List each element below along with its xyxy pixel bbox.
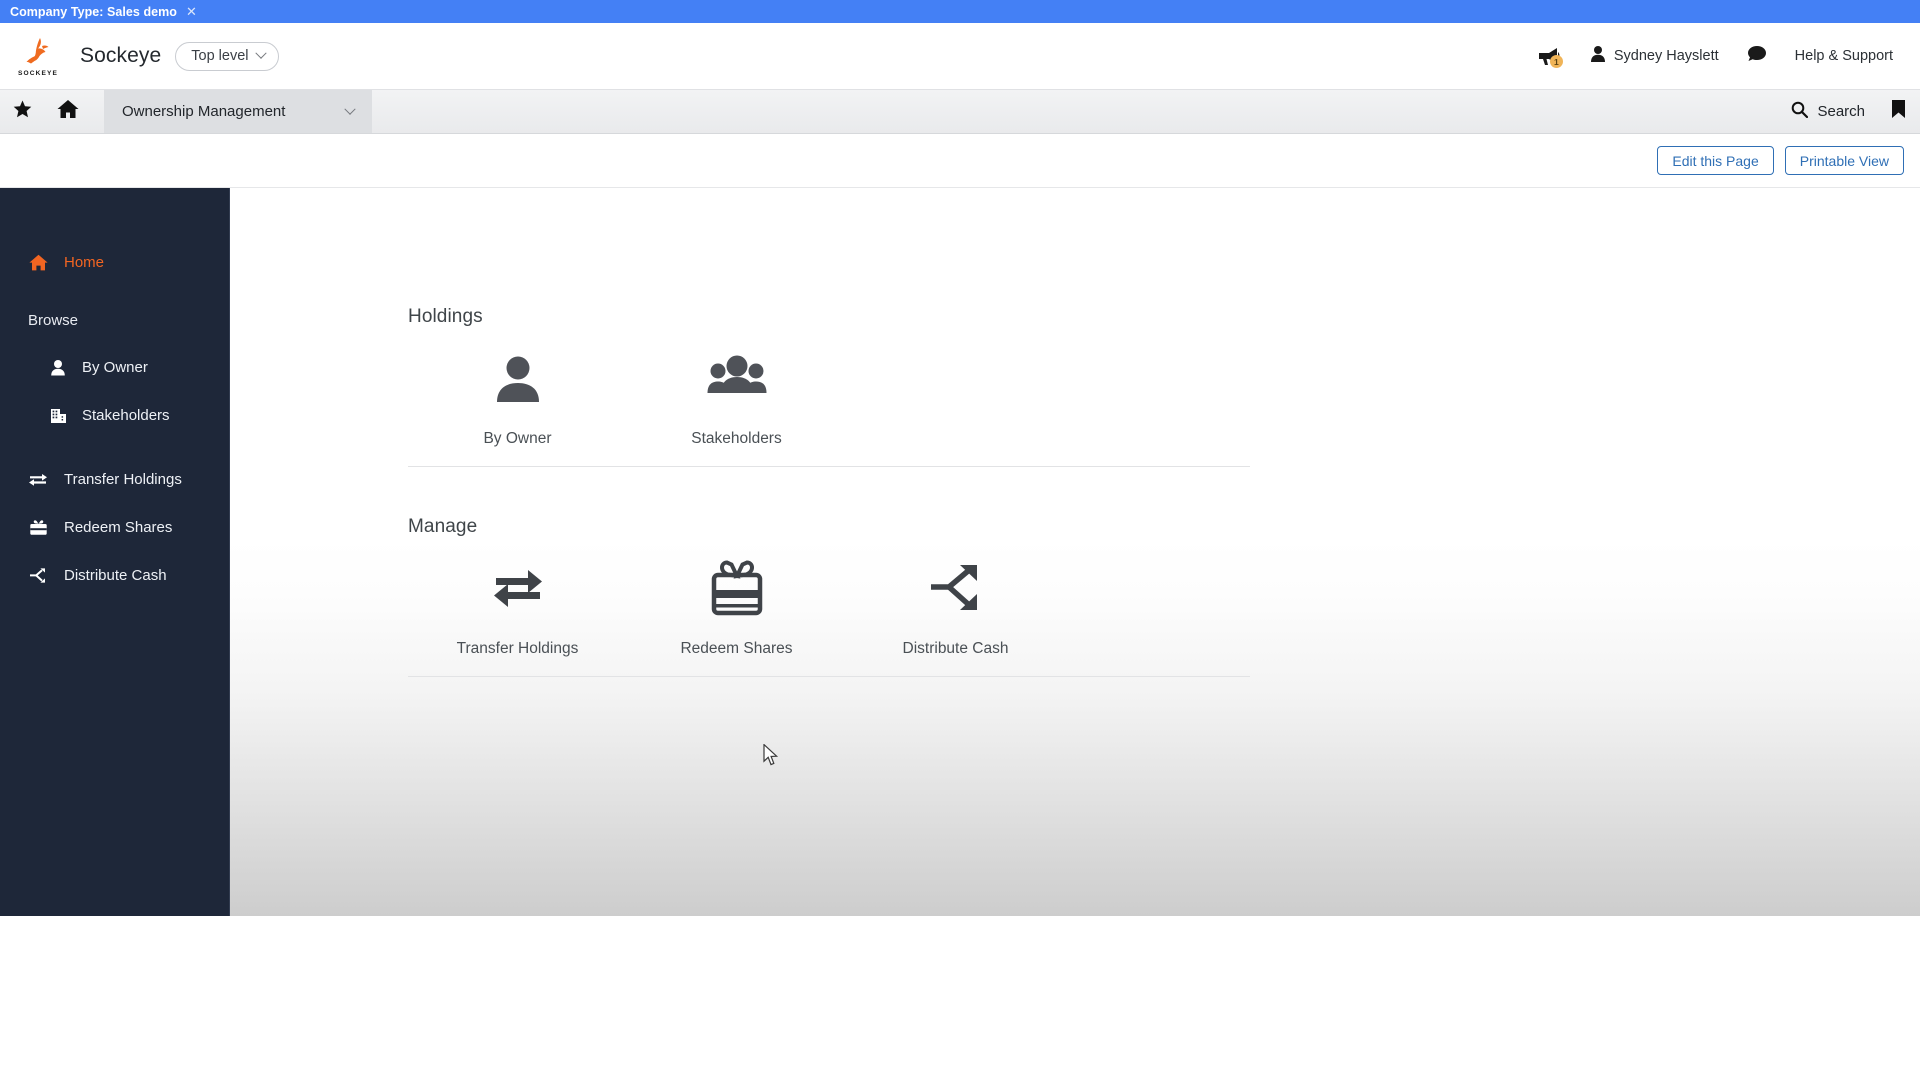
sidebar-item-label: Transfer Holdings bbox=[64, 470, 182, 488]
tile-label: Stakeholders bbox=[691, 430, 782, 447]
home-icon bbox=[28, 254, 48, 271]
tab-label: Ownership Management bbox=[122, 103, 286, 120]
tile-row: Transfer Holdings Redeem Shares Distribu… bbox=[408, 552, 1250, 666]
section-title: Manage bbox=[408, 516, 478, 537]
favorites-button[interactable] bbox=[0, 90, 45, 133]
edit-this-page-button[interactable]: Edit this Page bbox=[1657, 146, 1774, 175]
chevron-down-icon bbox=[344, 103, 356, 115]
user-menu[interactable]: Sydney Hayslett bbox=[1576, 36, 1733, 76]
salmon-logo-icon bbox=[26, 38, 49, 64]
sidebar-section-label: Browse bbox=[28, 311, 79, 329]
brand-name: Sockeye bbox=[80, 44, 162, 67]
search-button[interactable]: Search bbox=[1787, 101, 1869, 123]
chat-button[interactable] bbox=[1733, 36, 1781, 76]
scope-selector-label: Top level bbox=[191, 48, 249, 64]
section-divider bbox=[408, 676, 1250, 677]
sidebar-item-label: Distribute Cash bbox=[64, 566, 167, 584]
tile-stakeholders[interactable]: Stakeholders bbox=[627, 342, 846, 456]
branch-arrows-icon bbox=[929, 552, 983, 624]
sidebar-section-browse: Browse bbox=[0, 297, 229, 343]
tile-transfer-holdings[interactable]: Transfer Holdings bbox=[408, 552, 627, 666]
sidebar-item-transfer-holdings[interactable]: Transfer Holdings bbox=[0, 455, 229, 503]
help-support-link[interactable]: Help & Support bbox=[1781, 36, 1907, 76]
home-icon bbox=[57, 99, 79, 124]
megaphone-icon: 1 bbox=[1536, 45, 1563, 68]
scope-selector[interactable]: Top level bbox=[175, 41, 280, 71]
person-icon bbox=[1590, 45, 1606, 67]
sidebar-item-home[interactable]: Home bbox=[0, 238, 229, 286]
sidebar-item-stakeholders[interactable]: Stakeholders bbox=[0, 391, 229, 439]
group-people-icon bbox=[706, 342, 768, 414]
tile-redeem-shares[interactable]: Redeem Shares bbox=[627, 552, 846, 666]
demo-mode-banner: Company Type: Sales demo ✕ bbox=[0, 0, 1920, 23]
tab-ownership-management[interactable]: Ownership Management bbox=[104, 90, 372, 133]
notification-badge: 1 bbox=[1549, 55, 1563, 68]
gift-icon bbox=[708, 552, 766, 624]
tile-label: Redeem Shares bbox=[680, 640, 793, 657]
speech-bubble-icon bbox=[1747, 45, 1767, 67]
sidebar-item-label: Stakeholders bbox=[82, 406, 170, 424]
transfer-arrows-icon bbox=[490, 552, 546, 624]
sidebar-item-label: By Owner bbox=[82, 358, 148, 376]
logo-wordmark: SOCKEYE bbox=[18, 70, 58, 77]
tile-label: Distribute Cash bbox=[902, 640, 1009, 657]
home-button[interactable] bbox=[45, 90, 90, 133]
notifications-button[interactable]: 1 bbox=[1522, 36, 1576, 76]
section-divider bbox=[408, 466, 1250, 467]
tile-label: Transfer Holdings bbox=[456, 640, 579, 657]
demo-banner-text: Company Type: Sales demo bbox=[10, 4, 177, 19]
nav-right-actions: Search bbox=[1787, 90, 1920, 133]
person-icon bbox=[48, 359, 68, 376]
gift-icon bbox=[28, 519, 48, 536]
sidebar-item-distribute-cash[interactable]: Distribute Cash bbox=[0, 551, 229, 599]
sockeye-logo[interactable]: SOCKEYE bbox=[12, 30, 64, 82]
search-label: Search bbox=[1817, 103, 1865, 120]
star-icon bbox=[13, 100, 32, 123]
printable-view-button[interactable]: Printable View bbox=[1784, 146, 1904, 175]
transfer-arrows-icon bbox=[28, 471, 48, 487]
sidebar-item-redeem-shares[interactable]: Redeem Shares bbox=[0, 503, 229, 551]
header-actions: 1 Sydney Hayslett Help & Support bbox=[1522, 36, 1920, 76]
help-support-label: Help & Support bbox=[1794, 48, 1893, 64]
app-navigation-bar: Ownership Management Search bbox=[0, 89, 1920, 134]
sidebar-item-label: Redeem Shares bbox=[64, 518, 173, 536]
tile-distribute-cash[interactable]: Distribute Cash bbox=[846, 552, 1065, 666]
user-name: Sydney Hayslett bbox=[1613, 48, 1719, 64]
search-icon bbox=[1791, 101, 1809, 123]
building-icon bbox=[48, 407, 68, 424]
section-manage: Manage Transfer Holdings Redeem Shares D… bbox=[408, 516, 1250, 677]
global-header: SOCKEYE Sockeye Top level 1 Sydney Haysl… bbox=[0, 23, 1920, 89]
section-title: Holdings bbox=[408, 306, 483, 327]
sidebar-item-label: Home bbox=[64, 253, 105, 271]
application-window: Company Type: Sales demo ✕ SOCKEYE Socke… bbox=[0, 0, 1920, 916]
tile-by-owner[interactable]: By Owner bbox=[408, 342, 627, 456]
sidebar-navigation: Home Browse By Owner Stakeholders Transf… bbox=[0, 188, 230, 916]
chevron-down-icon bbox=[255, 47, 268, 59]
main-content: Holdings By Owner Stakeholders Manage Tr… bbox=[230, 188, 1920, 916]
page-action-toolbar: Edit this Page Printable View bbox=[0, 134, 1920, 188]
bookmark-button[interactable] bbox=[1891, 99, 1906, 124]
branch-arrows-icon bbox=[28, 567, 48, 584]
sidebar-item-by-owner[interactable]: By Owner bbox=[0, 343, 229, 391]
tile-label: By Owner bbox=[483, 430, 552, 447]
section-holdings: Holdings By Owner Stakeholders bbox=[408, 306, 1250, 467]
person-large-icon bbox=[492, 342, 544, 414]
close-icon[interactable]: ✕ bbox=[186, 5, 197, 18]
bookmark-icon bbox=[1891, 100, 1906, 123]
tile-row: By Owner Stakeholders bbox=[408, 342, 1250, 456]
